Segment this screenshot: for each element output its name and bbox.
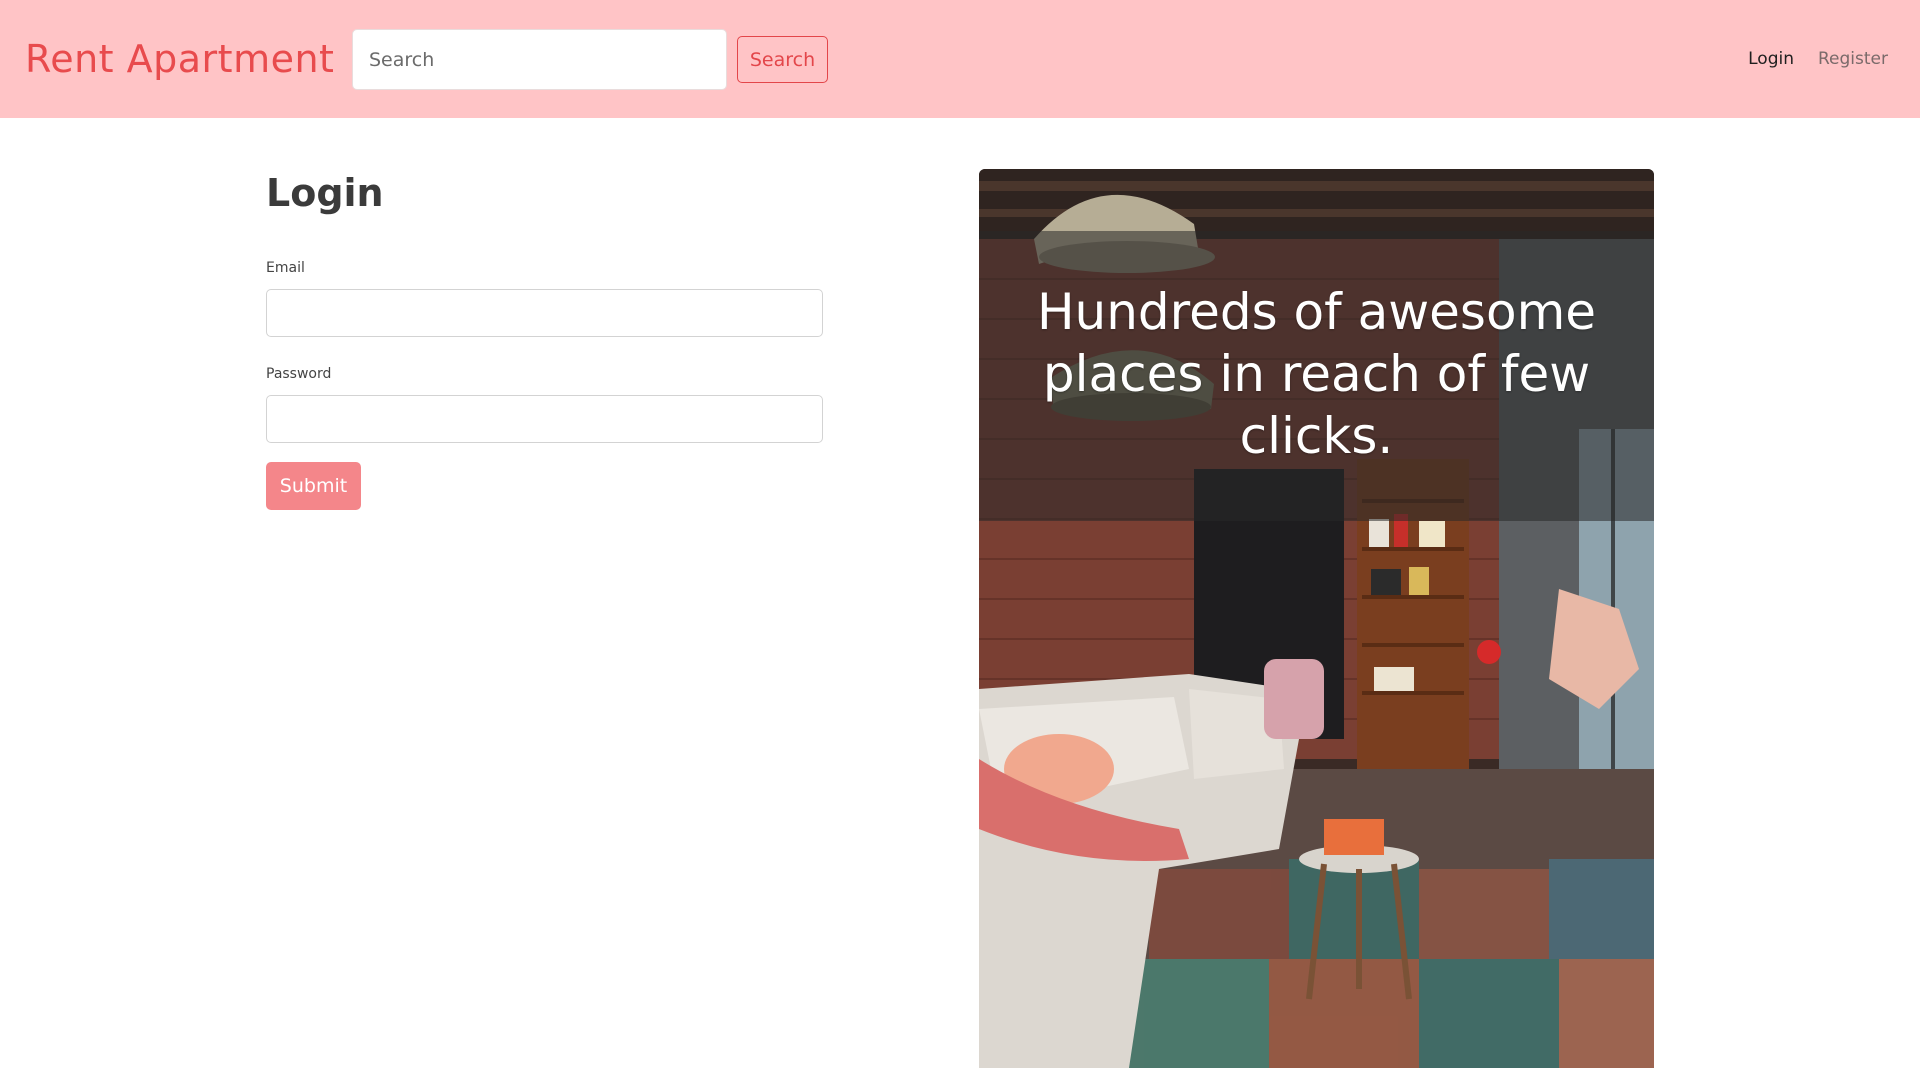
hero-tagline: Hundreds of awesome places in reach of f… xyxy=(1036,283,1597,465)
password-label: Password xyxy=(266,366,332,382)
search-input[interactable] xyxy=(352,29,727,90)
password-field[interactable] xyxy=(266,395,823,443)
nav-register-link[interactable]: Register xyxy=(1818,46,1888,72)
brand-logo-link[interactable]: Rent Apartment xyxy=(25,36,334,82)
search-button[interactable]: Search xyxy=(737,36,828,83)
navbar: Rent Apartment Search Login Register xyxy=(0,0,1920,118)
email-label: Email xyxy=(266,260,305,276)
submit-button[interactable]: Submit xyxy=(266,462,361,510)
hero-image: Hundreds of awesome places in reach of f… xyxy=(979,169,1654,1068)
nav-login-link[interactable]: Login xyxy=(1748,46,1794,72)
email-field[interactable] xyxy=(266,289,823,337)
nav-links: Login Register xyxy=(1748,46,1888,72)
page-title: Login xyxy=(266,171,384,215)
